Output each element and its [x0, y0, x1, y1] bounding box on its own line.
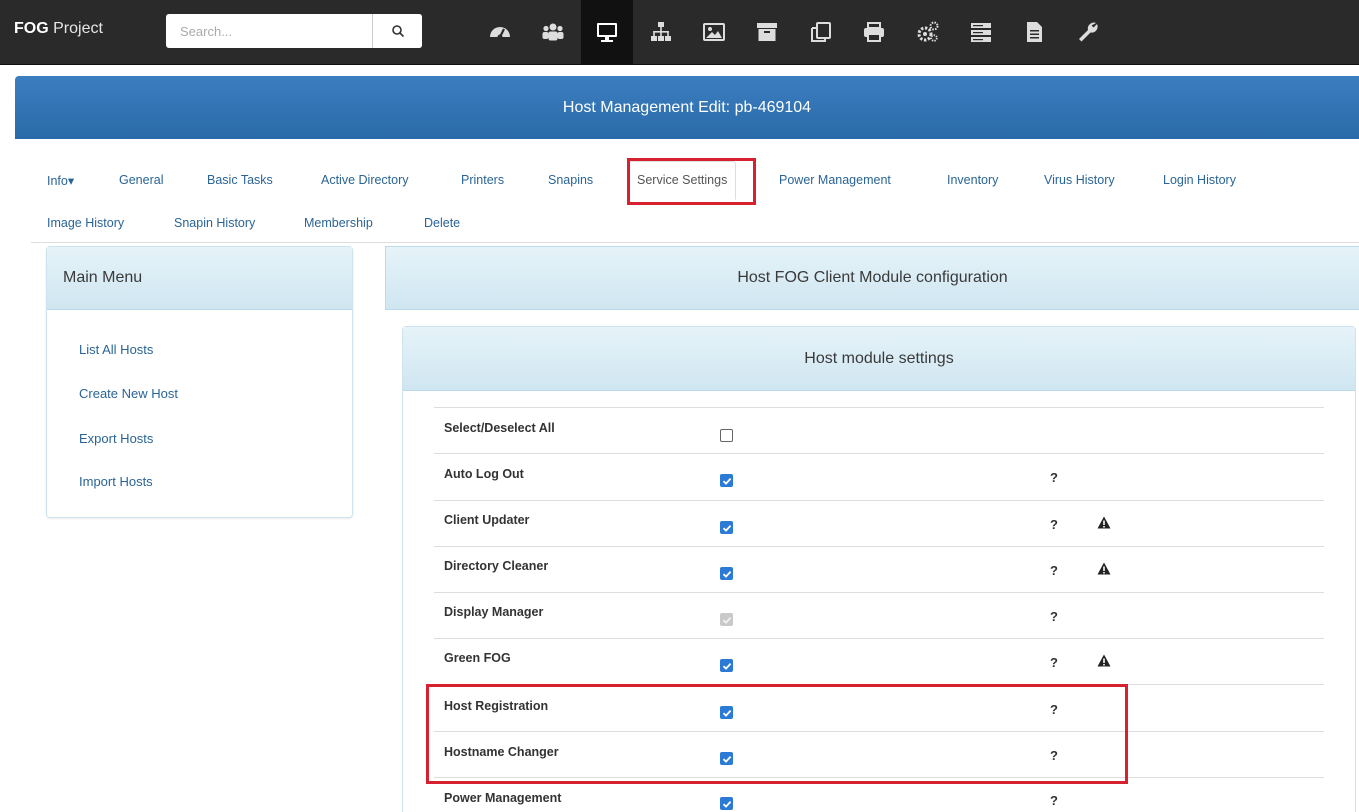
config-title: Host FOG Client Module configuration	[737, 269, 1008, 286]
main-menu-panel: Main Menu List All Hosts Create New Host…	[46, 246, 353, 518]
check-icon	[722, 477, 731, 485]
tab-image-history[interactable]: Image History	[47, 216, 124, 230]
nav-users[interactable]	[527, 0, 579, 64]
module-settings-title: Host module settings	[403, 327, 1355, 391]
tab-active-directory[interactable]: Active Directory	[321, 173, 409, 187]
server-icon	[971, 23, 991, 42]
check-icon	[722, 800, 731, 808]
menu-import-hosts[interactable]: Import Hosts	[79, 474, 153, 489]
nav-groups[interactable]	[635, 0, 687, 64]
copy-icon	[811, 22, 831, 42]
archive-icon	[757, 23, 777, 41]
help-icon[interactable]: ?	[1050, 470, 1058, 485]
tab-snapin-history[interactable]: Snapin History	[174, 216, 255, 230]
nav-storage[interactable]	[741, 0, 793, 64]
checkbox-client-updater[interactable]	[720, 521, 733, 534]
help-icon[interactable]: ?	[1050, 563, 1058, 578]
config-title-bar: Host FOG Client Module configuration	[385, 246, 1359, 310]
image-icon	[703, 23, 725, 41]
nav-settings[interactable]	[1062, 0, 1114, 64]
help-icon[interactable]: ?	[1050, 655, 1058, 670]
nav-printers[interactable]	[848, 0, 900, 64]
tab-basic-tasks[interactable]: Basic Tasks	[207, 173, 273, 187]
cogs-icon	[917, 21, 939, 42]
check-icon	[722, 616, 731, 624]
tab-membership[interactable]: Membership	[304, 216, 373, 230]
menu-export-hosts[interactable]: Export Hosts	[79, 431, 153, 446]
file-icon	[1027, 22, 1042, 42]
monitor-icon	[597, 23, 617, 42]
help-icon[interactable]: ?	[1050, 517, 1058, 532]
highlight-annotation-rows	[426, 684, 1128, 784]
page-title: Host Management Edit: pb-469104	[562, 98, 812, 116]
checkbox-select-all[interactable]	[720, 429, 733, 442]
dashboard-icon	[490, 27, 510, 40]
menu-list-all-hosts[interactable]: List All Hosts	[79, 342, 153, 357]
module-label-select-all: Select/Deselect All	[444, 421, 555, 435]
row-divider	[434, 500, 1324, 501]
tab-power-management[interactable]: Power Management	[779, 173, 891, 187]
warning-icon[interactable]	[1097, 654, 1111, 667]
tab-snapins[interactable]: Snapins	[548, 173, 593, 187]
tab-info[interactable]: Info▾	[47, 173, 74, 188]
search-input[interactable]	[166, 14, 366, 48]
module-label-display-manager: Display Manager	[444, 605, 544, 619]
printer-icon	[864, 22, 884, 42]
wrench-icon	[1079, 22, 1098, 42]
tab-printers[interactable]: Printers	[461, 173, 504, 187]
row-divider	[434, 592, 1324, 593]
nav-reports[interactable]	[1008, 0, 1060, 64]
nav-snapins[interactable]	[795, 0, 847, 64]
tab-virus-history[interactable]: Virus History	[1044, 173, 1115, 187]
menu-create-new-host[interactable]: Create New Host	[79, 386, 178, 401]
search-icon	[391, 25, 404, 38]
warning-icon[interactable]	[1097, 516, 1111, 529]
tab-delete[interactable]: Delete	[424, 216, 460, 230]
help-icon[interactable]: ?	[1050, 609, 1058, 624]
checkbox-directory-cleaner[interactable]	[720, 567, 733, 580]
warning-icon[interactable]	[1097, 562, 1111, 575]
help-icon[interactable]: ?	[1050, 793, 1058, 808]
checkbox-power-management[interactable]	[720, 797, 733, 810]
module-label-client-updater: Client Updater	[444, 513, 530, 527]
row-divider	[434, 638, 1324, 639]
nav-storage-nodes[interactable]	[955, 0, 1007, 64]
row-divider	[434, 546, 1324, 547]
module-label-directory-cleaner: Directory Cleaner	[444, 559, 549, 573]
tabs-divider	[31, 242, 1359, 243]
tab-login-history[interactable]: Login History	[1163, 173, 1236, 187]
nav-images[interactable]	[688, 0, 740, 64]
tab-inventory[interactable]: Inventory	[947, 173, 998, 187]
nav-dashboard[interactable]	[474, 0, 526, 64]
nav-hosts[interactable]	[581, 0, 633, 64]
module-label-auto-log-out: Auto Log Out	[444, 467, 524, 481]
checkbox-auto-log-out[interactable]	[720, 474, 733, 487]
tab-general[interactable]: General	[119, 173, 163, 187]
top-navbar: FOG Project	[0, 0, 1359, 65]
row-divider	[434, 453, 1324, 454]
module-label-power-management: Power Management	[444, 791, 562, 805]
check-icon	[722, 524, 731, 532]
main-menu-title: Main Menu	[47, 247, 352, 310]
module-label-green-fog: Green FOG	[444, 651, 511, 665]
checkbox-display-manager	[720, 613, 733, 626]
brand-logo[interactable]: FOG Project	[14, 20, 103, 38]
check-icon	[722, 570, 731, 578]
highlight-annotation-tab	[627, 158, 756, 205]
sitemap-icon	[651, 22, 671, 41]
checkbox-green-fog[interactable]	[720, 659, 733, 672]
users-icon	[542, 23, 564, 41]
nav-service-config[interactable]	[902, 0, 954, 64]
check-icon	[722, 662, 731, 670]
page-title-bar: Host Management Edit: pb-469104	[15, 76, 1359, 139]
row-divider	[434, 407, 1324, 408]
search-button[interactable]	[372, 14, 422, 48]
